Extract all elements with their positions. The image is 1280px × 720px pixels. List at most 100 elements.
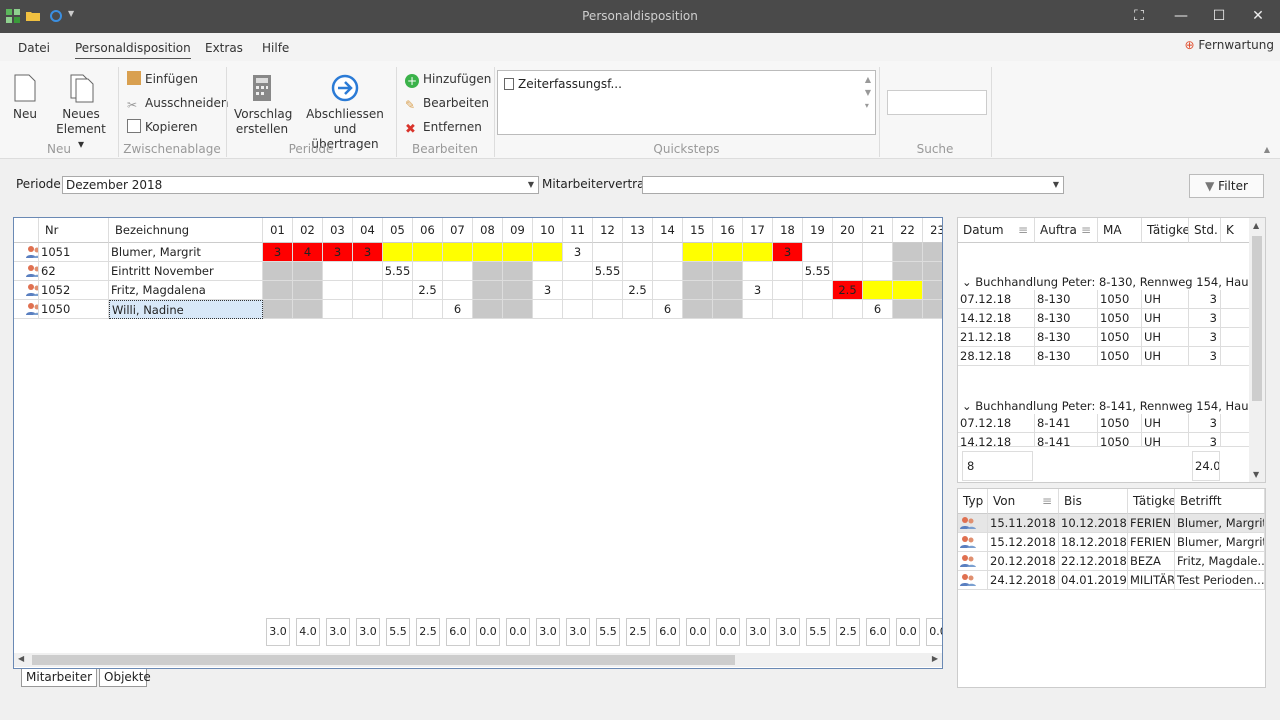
kopieren-button[interactable]: Kopieren [127, 117, 198, 137]
day-cell[interactable]: 3 [263, 243, 293, 262]
day-cell[interactable]: 3 [563, 243, 593, 262]
grid-header-day[interactable]: 17 [743, 218, 773, 243]
scroll-thumb[interactable] [32, 655, 735, 665]
tab-mitarbeiter[interactable]: Mitarbeiter [21, 669, 97, 687]
day-cell[interactable]: 3 [353, 243, 383, 262]
day-cell[interactable] [323, 262, 353, 281]
day-cell[interactable] [743, 300, 773, 319]
quicksteps-scroll[interactable]: ▲ ▼ ▾ [865, 73, 871, 112]
day-cell[interactable]: 2.5 [413, 281, 443, 300]
einsatz-cell[interactable]: 07.12.18 [958, 290, 1035, 309]
row-bezeichnung[interactable]: Fritz, Magdalena [109, 281, 263, 300]
einsatz-cell[interactable]: 1050 [1098, 290, 1142, 309]
day-cell[interactable] [383, 281, 413, 300]
einsatz-cell[interactable]: 1050 [1098, 414, 1142, 433]
einsatz-cell[interactable]: 21.12.18 [958, 328, 1035, 347]
day-cell[interactable]: 6 [653, 300, 683, 319]
grid-header-day[interactable]: 19 [803, 218, 833, 243]
einsatz-cell[interactable]: 3 [1189, 347, 1221, 366]
day-cell[interactable] [623, 262, 653, 281]
day-cell[interactable] [443, 281, 473, 300]
einsatz-cell-k[interactable] [1221, 328, 1251, 347]
einsatz-cell[interactable]: UH [1142, 328, 1189, 347]
day-cell[interactable] [653, 243, 683, 262]
day-cell[interactable]: 3 [773, 243, 803, 262]
day-cell[interactable] [713, 300, 743, 319]
abwesenheit-cell[interactable]: 15.12.2018 [988, 533, 1059, 552]
day-cell[interactable]: 5.55 [803, 262, 833, 281]
day-cell[interactable] [653, 262, 683, 281]
einsatz-cell[interactable]: 07.12.18 [958, 414, 1035, 433]
quicksteps-gallery[interactable]: Zeiterfassungsf... ▲ ▼ ▾ [497, 70, 876, 135]
abwesenheit-cell[interactable]: 10.12.2018 [1059, 514, 1128, 533]
day-cell[interactable] [713, 243, 743, 262]
header-auftrag[interactable]: Auftra ≡ [1035, 218, 1098, 243]
close-button[interactable]: ✕ [1247, 6, 1269, 26]
einsatz-cell[interactable]: 3 [1189, 414, 1221, 433]
grid-header-day[interactable]: 03 [323, 218, 353, 243]
einsatz-cell[interactable]: 1050 [1098, 347, 1142, 366]
day-cell[interactable] [923, 300, 942, 319]
row-nr[interactable]: 1052 [39, 281, 109, 300]
abwesenheit-cell[interactable]: 18.12.2018 [1059, 533, 1128, 552]
scroll-thumb[interactable] [1252, 236, 1262, 401]
bearbeiten-button[interactable]: ✎ Bearbeiten [405, 93, 489, 113]
grid-header-day[interactable]: 10 [533, 218, 563, 243]
day-cell[interactable] [683, 243, 713, 262]
day-cell[interactable] [713, 262, 743, 281]
day-cell[interactable] [383, 300, 413, 319]
day-cell[interactable] [683, 281, 713, 300]
scroll-left-icon[interactable]: ◀ [18, 654, 24, 663]
fullscreen-icon[interactable]: ⛶ [1128, 6, 1150, 26]
day-cell[interactable] [593, 281, 623, 300]
day-cell[interactable] [803, 281, 833, 300]
day-cell[interactable] [803, 300, 833, 319]
abwesenheit-cell[interactable]: BEZA [1128, 552, 1175, 571]
maximize-button[interactable]: ☐ [1208, 6, 1230, 26]
einsatz-cell[interactable]: 3 [1189, 328, 1221, 347]
day-cell[interactable] [863, 243, 893, 262]
day-cell[interactable] [293, 300, 323, 319]
grid-header-day[interactable]: 07 [443, 218, 473, 243]
day-cell[interactable] [923, 281, 942, 300]
abwesenheit-cell[interactable]: 20.12.2018 [988, 552, 1059, 571]
grid-header-day[interactable]: 04 [353, 218, 383, 243]
grid-header-nr[interactable]: Nr [39, 218, 109, 243]
einsatz-cell-k[interactable] [1221, 290, 1251, 309]
abwesenheit-cell[interactable]: 15.11.2018 [988, 514, 1059, 533]
grid-header-day[interactable]: 20 [833, 218, 863, 243]
day-cell[interactable] [293, 262, 323, 281]
day-cell[interactable] [533, 262, 563, 281]
scroll-down-icon[interactable]: ▼ [1253, 470, 1259, 479]
abwesenheit-cell[interactable]: Fritz, Magdale... [1175, 552, 1265, 571]
grid-header-day[interactable]: 23 [923, 218, 942, 243]
mitarbeitervertrag-select[interactable]: ▼ [642, 176, 1064, 194]
search-input[interactable] [887, 90, 987, 115]
day-cell[interactable] [323, 300, 353, 319]
grid-header-day[interactable]: 05 [383, 218, 413, 243]
day-cell[interactable]: 6 [863, 300, 893, 319]
row-bezeichnung[interactable]: Eintritt November [109, 262, 263, 281]
day-cell[interactable] [413, 243, 443, 262]
grid-header-day[interactable]: 01 [263, 218, 293, 243]
day-cell[interactable] [263, 262, 293, 281]
day-cell[interactable] [443, 262, 473, 281]
header-ma[interactable]: MA [1098, 218, 1142, 243]
grid-header-day[interactable]: 09 [503, 218, 533, 243]
header-datum[interactable]: Datum ≡ [958, 218, 1035, 243]
group-row-8-130[interactable]: ⌄ Buchhandlung Peter: 8-130, Rennweg 154… [962, 275, 1265, 289]
typ-cell[interactable] [958, 533, 988, 552]
day-cell[interactable]: 5.55 [593, 262, 623, 281]
row-nr[interactable]: 1050 [39, 300, 109, 319]
day-cell[interactable]: 3 [533, 281, 563, 300]
day-cell[interactable] [893, 300, 923, 319]
horizontal-scrollbar[interactable]: ◀ ▶ [14, 653, 942, 667]
row-nr[interactable]: 62 [39, 262, 109, 281]
einsatz-cell[interactable]: 1050 [1098, 328, 1142, 347]
einsatz-cell[interactable]: 8-130 [1035, 328, 1098, 347]
abwesenheit-cell[interactable]: Blumer, Margrit [1175, 514, 1265, 533]
einsatz-cell[interactable]: 8-130 [1035, 290, 1098, 309]
header-betrifft[interactable]: Betrifft [1175, 489, 1265, 514]
einsatz-cell[interactable]: 3 [1189, 309, 1221, 328]
einsatz-cell[interactable]: 3 [1189, 290, 1221, 309]
